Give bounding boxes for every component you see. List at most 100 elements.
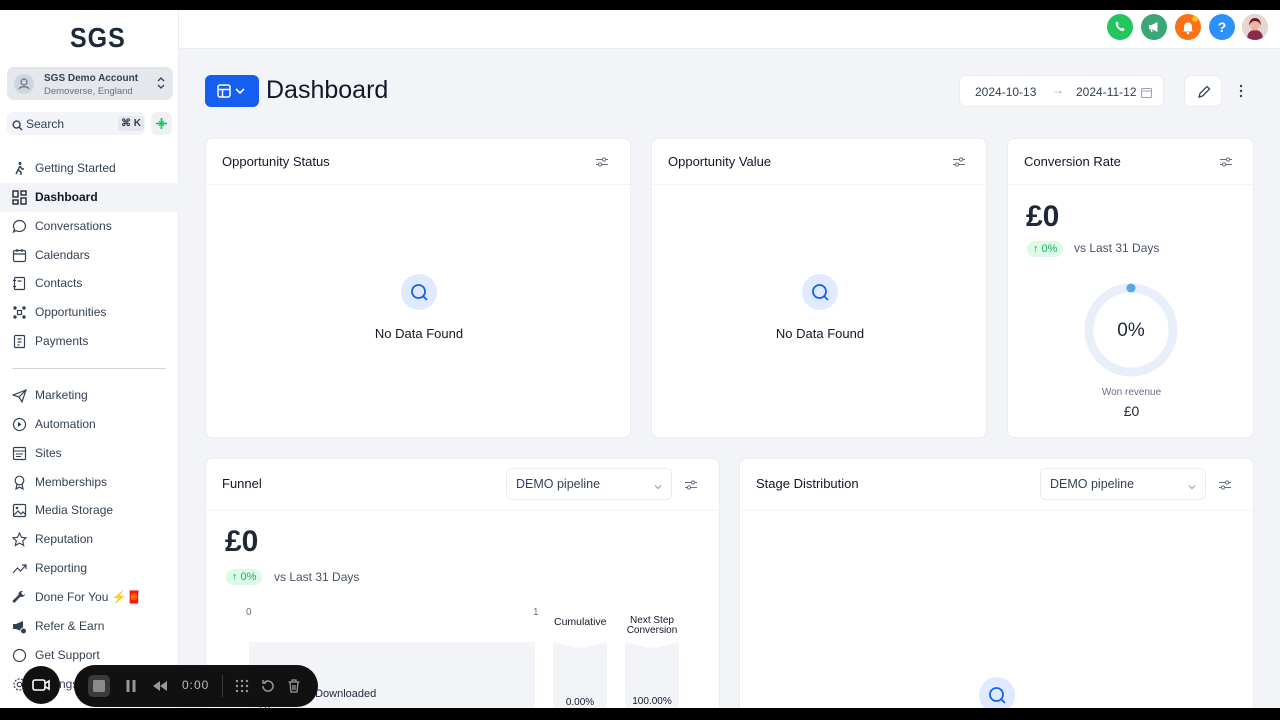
stop-button[interactable] bbox=[88, 675, 110, 697]
receipt-icon bbox=[13, 334, 26, 349]
filter-settings-button[interactable] bbox=[1218, 478, 1232, 496]
screen-recorder-toolbar: 0:00 bbox=[22, 665, 318, 707]
sidebar-item-done-for-you[interactable]: Done For You ⚡🧧 bbox=[0, 583, 179, 612]
layout-chevron-icon bbox=[217, 84, 245, 98]
filter-settings-button[interactable] bbox=[684, 478, 698, 496]
announcements-button[interactable] bbox=[1141, 14, 1167, 40]
account-location: Demoverse, England bbox=[44, 86, 133, 97]
account-avatar-icon bbox=[14, 74, 34, 94]
filter-settings-button[interactable] bbox=[1219, 155, 1233, 173]
user-avatar-icon bbox=[1242, 14, 1268, 40]
empty-state: No Data Found bbox=[720, 274, 920, 341]
sidebar-item-label: Automation bbox=[35, 417, 96, 431]
search-label: Search bbox=[26, 117, 65, 131]
comparison-label: vs Last 31 Days bbox=[274, 570, 360, 584]
sidebar-item-sites[interactable]: Sites bbox=[0, 439, 179, 468]
axis-min: 0 bbox=[246, 607, 252, 618]
sidebar-item-refer-earn[interactable]: Refer & Earn bbox=[0, 612, 179, 641]
filter-settings-button[interactable] bbox=[595, 155, 609, 173]
sidebar-item-label: Sites bbox=[35, 446, 62, 460]
axis-max: 1 bbox=[533, 607, 539, 618]
bell-icon bbox=[1183, 16, 1198, 35]
change-badge: ↑ 0% bbox=[226, 569, 263, 585]
sidebar-item-calendars[interactable]: Calendars bbox=[0, 241, 179, 270]
trash-icon[interactable] bbox=[286, 678, 302, 694]
wrench-icon bbox=[12, 590, 26, 603]
video-camera-icon bbox=[32, 679, 50, 691]
card-divider bbox=[206, 510, 719, 511]
chevron-up-down-icon bbox=[157, 76, 165, 95]
sidebar-item-media-storage[interactable]: Media Storage bbox=[0, 496, 179, 525]
sidebar-item-reporting[interactable]: Reporting bbox=[0, 554, 179, 583]
comparison-label: vs Last 31 Days bbox=[1074, 241, 1160, 255]
quick-action-button[interactable] bbox=[151, 112, 172, 135]
restart-icon[interactable] bbox=[260, 678, 276, 694]
search-bar[interactable]: Search ⌘ K bbox=[7, 112, 145, 135]
sidebar-item-label: Payments bbox=[35, 334, 89, 348]
cumulative-value: 0.00% bbox=[565, 697, 595, 708]
recording-time: 0:00 bbox=[182, 678, 210, 692]
pipeline-select[interactable]: DEMO pipeline bbox=[506, 468, 672, 500]
badge-ribbon-icon bbox=[14, 475, 25, 490]
chat-bubble-icon bbox=[12, 219, 27, 234]
sidebar-item-reputation[interactable]: Reputation bbox=[0, 525, 179, 554]
sidebar-item-memberships[interactable]: Memberships bbox=[0, 468, 179, 497]
sliders-icon bbox=[953, 157, 965, 167]
sidebar-divider bbox=[12, 368, 166, 369]
app-window: SGS SGS Demo Account Demoverse, England … bbox=[0, 10, 1280, 708]
card-divider bbox=[206, 184, 630, 185]
sidebar-item-conversations[interactable]: Conversations bbox=[0, 212, 179, 241]
phone-button[interactable] bbox=[1107, 14, 1133, 40]
sidebar-item-getting-started[interactable]: Getting Started bbox=[0, 154, 179, 183]
sidebar-item-label: Media Storage bbox=[35, 503, 114, 517]
pause-icon[interactable] bbox=[123, 678, 139, 694]
star-icon bbox=[12, 532, 27, 547]
drag-handle-icon[interactable] bbox=[234, 678, 250, 694]
sidebar-item-opportunities[interactable]: Opportunities bbox=[0, 298, 179, 327]
sidebar-item-label: Refer & Earn bbox=[35, 619, 105, 633]
gauge-value: £0 bbox=[1123, 403, 1140, 419]
megaphone-icon bbox=[1149, 22, 1158, 33]
filter-settings-button[interactable] bbox=[952, 155, 966, 173]
sliders-icon bbox=[685, 480, 697, 490]
date-end: 2024-11-12 bbox=[1076, 85, 1137, 99]
chevron-down-icon bbox=[1187, 479, 1197, 497]
user-avatar[interactable] bbox=[1242, 14, 1268, 40]
sidebar-item-label: Conversations bbox=[35, 219, 112, 233]
question-icon: ? bbox=[1218, 19, 1227, 35]
arrow-right-icon: → bbox=[1052, 83, 1064, 97]
sidebar-item-label: Get Support bbox=[35, 648, 100, 662]
camera-toggle-button[interactable] bbox=[22, 666, 60, 704]
brand-logo[interactable]: SGS bbox=[70, 23, 126, 55]
help-button[interactable]: ? bbox=[1209, 14, 1235, 40]
sidebar-item-automation[interactable]: Automation bbox=[0, 410, 179, 439]
more-options-button[interactable] bbox=[1232, 80, 1250, 102]
cumulative-header: Cumulative bbox=[554, 616, 607, 628]
sidebar-item-marketing[interactable]: Marketing bbox=[0, 381, 179, 410]
sidebar-item-label: Opportunities bbox=[35, 305, 107, 319]
account-switcher[interactable]: SGS Demo Account Demoverse, England bbox=[7, 67, 173, 100]
sidebar-item-dashboard[interactable]: Dashboard bbox=[0, 183, 179, 212]
sidebar-item-label: Reputation bbox=[35, 532, 94, 546]
next-step-header: Next Step Conversion bbox=[622, 616, 682, 636]
calendar-icon bbox=[1141, 85, 1152, 103]
svg-text:?: ? bbox=[1218, 19, 1227, 35]
sidebar-item-contacts[interactable]: Contacts bbox=[0, 269, 179, 298]
dashboard-switcher-button[interactable] bbox=[205, 75, 259, 107]
gauge-indicator bbox=[1126, 283, 1136, 293]
sliders-icon bbox=[1219, 480, 1231, 490]
date-range-picker[interactable]: 2024-10-13 → 2024-11-12 bbox=[959, 75, 1164, 107]
gauge-label: Won revenue bbox=[1101, 387, 1162, 398]
edit-dashboard-button[interactable] bbox=[1184, 75, 1222, 107]
funnel-value: £0 bbox=[225, 525, 259, 558]
pipeline-select[interactable]: DEMO pipeline bbox=[1040, 468, 1206, 500]
notifications-button[interactable] bbox=[1175, 14, 1201, 40]
calendar-icon bbox=[12, 249, 27, 263]
pipeline-select-value: DEMO pipeline bbox=[1050, 477, 1135, 491]
walking-person-icon bbox=[15, 162, 24, 175]
rewind-icon[interactable] bbox=[151, 678, 169, 694]
sidebar-item-label: Dashboard bbox=[35, 190, 98, 204]
conversion-gauge: 0% bbox=[1084, 283, 1178, 377]
conversion-value: £0 bbox=[1026, 200, 1060, 233]
sidebar-item-payments[interactable]: Payments bbox=[0, 327, 179, 356]
